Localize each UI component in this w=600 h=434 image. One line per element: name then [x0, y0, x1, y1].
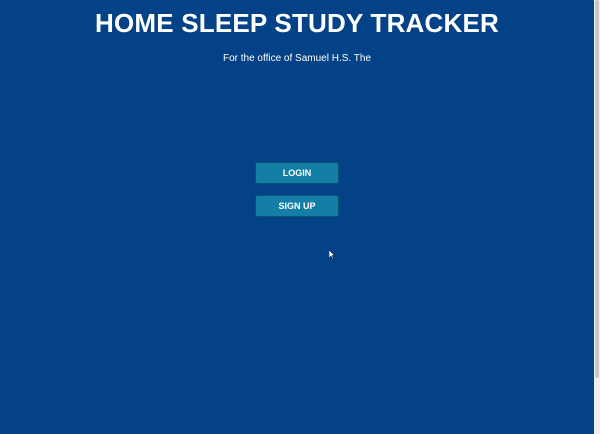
login-button[interactable]: LOGIN	[255, 162, 339, 184]
landing-page: HOME SLEEP STUDY TRACKER For the office …	[0, 0, 600, 434]
page-title: HOME SLEEP STUDY TRACKER	[94, 8, 499, 38]
mouse-pointer-icon	[329, 250, 335, 259]
scrollbar-thumb[interactable]	[595, 0, 599, 378]
page-subtitle: For the office of Samuel H.S. The	[222, 53, 372, 64]
signup-button[interactable]: SIGN UP	[255, 195, 339, 217]
vertical-scrollbar[interactable]	[594, 0, 600, 434]
